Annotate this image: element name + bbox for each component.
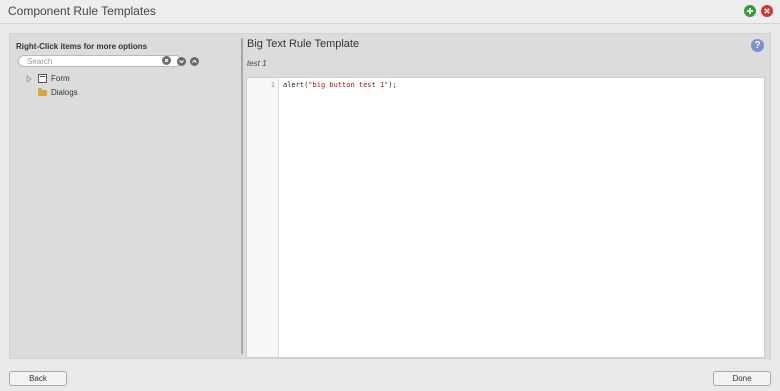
code-string: "big button test 1"	[308, 81, 389, 89]
window-title: Component Rule Templates	[8, 4, 156, 18]
form-icon	[38, 74, 47, 83]
tree-item-label: Form	[51, 74, 70, 83]
folder-icon	[38, 88, 47, 96]
dialog-content: Right-Click items for more options Form …	[9, 33, 771, 359]
code-editor[interactable]: 1 alert("big button test 1");	[246, 77, 765, 358]
expand-arrow-icon[interactable]	[26, 75, 32, 83]
chevron-up-icon[interactable]	[190, 57, 199, 66]
done-button[interactable]: Done	[713, 371, 771, 386]
rule-template-subtitle: test 1	[247, 59, 267, 68]
code-text: alert(	[283, 81, 309, 89]
clear-search-icon[interactable]	[162, 56, 171, 65]
right-pane: Big Text Rule Template ? test 1 1 alert(…	[243, 34, 770, 358]
tree-item-label: Dialogs	[51, 88, 78, 97]
line-number-gutter: 1	[247, 78, 279, 357]
chevron-down-icon[interactable]	[177, 57, 186, 66]
help-icon[interactable]: ?	[751, 39, 764, 52]
window-titlebar: Component Rule Templates	[0, 0, 780, 24]
code-line[interactable]: alert("big button test 1");	[283, 81, 397, 89]
close-icon[interactable]	[761, 5, 773, 17]
search-input[interactable]	[27, 56, 161, 66]
left-pane: Right-Click items for more options Form …	[10, 34, 241, 358]
line-number: 1	[270, 81, 275, 89]
back-button[interactable]: Back	[9, 371, 67, 386]
search-box	[18, 55, 182, 67]
code-text: );	[388, 81, 397, 89]
left-pane-heading: Right-Click items for more options	[16, 42, 148, 51]
add-icon[interactable]	[744, 5, 756, 17]
rule-template-title: Big Text Rule Template	[247, 38, 360, 50]
